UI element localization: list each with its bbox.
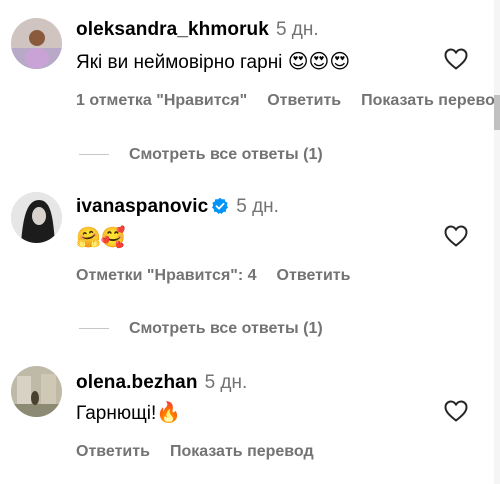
avatar-ivanaspanovic[interactable] [11,192,62,243]
likes-count[interactable]: Отметки "Нравится": 4 [76,267,257,284]
heart-outline-icon[interactable] [444,48,468,70]
view-replies-button[interactable]: Смотреть все ответы (1) [79,320,323,338]
comment-text: 🤗🥰 [76,225,126,249]
comment-emoji: 😍😍😍 [287,49,351,73]
comment-text: Які ви неймовірно гарні 😍😍😍 [76,49,350,74]
comment-actions: Ответить Показать перевод [76,443,334,461]
comment-text: Гарнющі!🔥 [76,400,181,425]
username[interactable]: ivanaspanovic [76,196,208,217]
avatar-olena-bezhan[interactable] [11,366,62,417]
comment-body: Які ви неймовірно гарні [76,52,288,73]
divider [79,328,109,330]
username[interactable]: oleksandra_khmoruk [76,19,269,40]
likes-count[interactable]: 1 отметка "Нравится" [76,92,247,109]
avatar-oleksandra[interactable] [11,18,62,69]
view-replies-button[interactable]: Смотреть все ответы (1) [79,146,323,164]
username[interactable]: olena.bezhan [76,372,198,393]
divider [79,154,109,156]
comment-emoji: 🤗🥰 [76,225,126,249]
comment-header: ivanaspanovic 5 дн. [76,196,279,218]
comment-header: olena.bezhan 5 дн. [76,372,247,394]
comment-header: oleksandra_khmoruk 5 дн. [76,19,319,41]
reply-button[interactable]: Ответить [267,92,341,109]
scrollbar[interactable] [494,0,500,484]
comment-actions: 1 отметка "Нравится" Ответить Показать пер… [76,92,500,110]
show-translation-button[interactable]: Показать перевод [170,443,314,460]
comment-body: Гарнющі! [76,403,157,424]
view-replies-label: Смотреть все ответы (1) [129,146,323,163]
comment-actions: Отметки "Нравится": 4 Ответить [76,267,370,285]
view-replies-label: Смотреть все ответы (1) [129,320,323,337]
timestamp[interactable]: 5 дн. [276,19,319,40]
timestamp[interactable]: 5 дн. [236,196,279,217]
reply-button[interactable]: Ответить [277,267,351,284]
reply-button[interactable]: Ответить [76,443,150,460]
heart-outline-icon[interactable] [444,225,468,247]
comment-emoji: 🔥 [156,400,182,424]
timestamp[interactable]: 5 дн. [205,372,248,393]
scrollbar-thumb[interactable] [494,95,500,130]
verified-badge-icon [212,197,229,214]
heart-outline-icon[interactable] [444,400,468,422]
show-translation-button[interactable]: Показать перевод [361,92,500,109]
